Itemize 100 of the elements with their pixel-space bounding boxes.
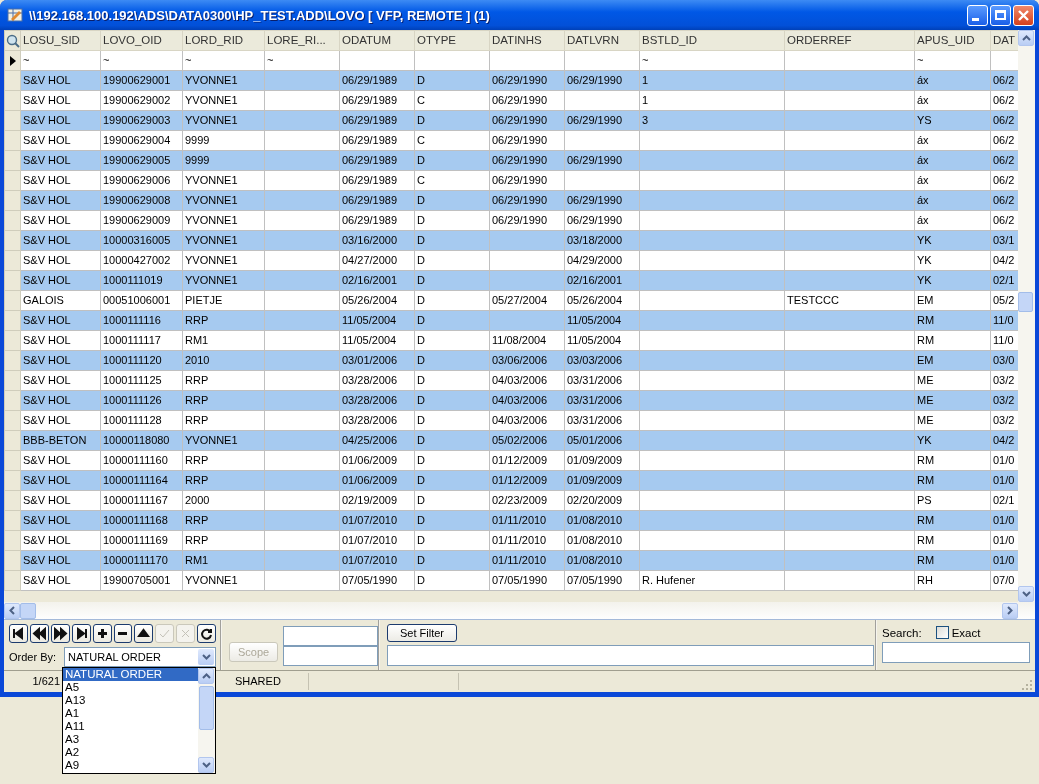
scroll-up-button[interactable]: [198, 668, 214, 684]
table-cell: 01/11/2010: [489, 530, 565, 551]
table-cell: 04/03/2006: [489, 410, 565, 431]
table-cell: 10000111169: [100, 530, 183, 551]
dropdown-option[interactable]: A5: [63, 681, 198, 694]
chevron-down-icon: [201, 654, 211, 660]
table-cell: S&V HOL: [20, 410, 101, 431]
table-cell: 19900629002: [100, 90, 183, 111]
table-cell: YK: [914, 250, 991, 271]
scroll-right-button[interactable]: [1002, 602, 1018, 619]
dropdown-option[interactable]: A1: [63, 707, 198, 720]
table-cell: 06/29/1990: [489, 130, 565, 151]
table-cell: 19900629004: [100, 130, 183, 151]
table-cell: PIETJE: [182, 290, 265, 311]
column-header[interactable]: BSTLD_ID: [639, 30, 785, 51]
previous-record-button[interactable]: [29, 624, 49, 643]
resize-grip-icon[interactable]: [1022, 680, 1032, 690]
table-cell: YVONNE1: [182, 570, 265, 591]
exact-checkbox[interactable]: Exact: [935, 626, 981, 639]
scope-from-field[interactable]: [283, 626, 379, 646]
add-record-button[interactable]: [92, 624, 112, 643]
table-cell: áx: [914, 170, 991, 191]
move-up-button[interactable]: [134, 624, 154, 643]
filter-field[interactable]: [387, 645, 874, 666]
refresh-button[interactable]: [197, 624, 217, 643]
table-cell: RM1: [182, 330, 265, 351]
column-header[interactable]: DAT: [990, 30, 1018, 51]
close-button[interactable]: [1013, 4, 1034, 26]
table-cell: S&V HOL: [20, 450, 101, 471]
scroll-up-button[interactable]: [1018, 30, 1034, 46]
filter-cell[interactable]: ~: [100, 50, 183, 71]
column-header[interactable]: LORD_RID: [182, 30, 265, 51]
scrollbar-thumb[interactable]: [20, 602, 36, 619]
column-header[interactable]: OTYPE: [414, 30, 490, 51]
table-cell: 1000111128: [100, 410, 183, 431]
column-header[interactable]: APUS_UID: [914, 30, 991, 51]
table-cell: S&V HOL: [20, 490, 101, 511]
maximize-button[interactable]: [990, 4, 1011, 26]
table-cell: S&V HOL: [20, 250, 101, 271]
table-cell: RRP: [182, 370, 265, 391]
window-title: \\192.168.100.192\ADS\DATA0300\HP_TEST.ADD\LOVO [ VFP, REMOTE ] (1): [29, 7, 491, 23]
minimize-button[interactable]: [967, 4, 988, 26]
horizontal-scrollbar[interactable]: [4, 602, 1035, 620]
scrollbar-thumb[interactable]: [1018, 292, 1033, 312]
filter-cell[interactable]: ~: [182, 50, 265, 71]
table-cell: S&V HOL: [20, 370, 101, 391]
search-icon[interactable]: [5, 33, 20, 48]
table-cell: 03/28/2006: [339, 370, 415, 391]
scroll-down-button[interactable]: [1018, 586, 1034, 602]
table-cell: RH: [914, 570, 991, 591]
dropdown-option[interactable]: NATURAL ORDER: [63, 668, 198, 681]
scroll-down-button[interactable]: [198, 757, 214, 773]
filter-cell[interactable]: ~: [914, 50, 991, 71]
dropdown-option[interactable]: A9: [63, 759, 198, 772]
delete-record-button[interactable]: [113, 624, 133, 643]
column-header[interactable]: LORE_RI...: [264, 30, 340, 51]
order-by-dropdown[interactable]: NATURAL ORDER: [64, 647, 216, 667]
dropdown-option[interactable]: A11: [63, 720, 198, 733]
table-cell: 10000427002: [100, 250, 183, 271]
filter-cell[interactable]: ~: [264, 50, 340, 71]
table-cell: 06/29/1989: [339, 170, 415, 191]
table-cell: RM: [914, 450, 991, 471]
list-scrollbar[interactable]: [198, 668, 215, 773]
table-cell: 02/19/2009: [339, 490, 415, 511]
table-cell: 11/05/2004: [339, 330, 415, 351]
filter-cell[interactable]: ~: [20, 50, 101, 71]
table-cell: 07/05/1990: [339, 570, 415, 591]
last-record-button[interactable]: [71, 624, 91, 643]
table-cell: RRP: [182, 530, 265, 551]
table-cell: R. Hufener: [639, 570, 785, 591]
next-record-button[interactable]: [50, 624, 70, 643]
table-cell: EM: [914, 290, 991, 311]
column-header[interactable]: DATLVRN: [564, 30, 640, 51]
scope-to-field[interactable]: [283, 646, 379, 666]
table-cell: 06/29/1989: [339, 90, 415, 111]
set-filter-button[interactable]: Set Filter: [387, 624, 457, 642]
dropdown-option[interactable]: A2: [63, 746, 198, 759]
table-cell: 05/26/2004: [564, 290, 640, 311]
column-header[interactable]: LOVO_OID: [100, 30, 183, 51]
checkbox-square[interactable]: [935, 626, 949, 639]
table-cell: 06/29/1989: [339, 130, 415, 151]
first-record-button[interactable]: [9, 624, 28, 643]
column-header[interactable]: ODATUM: [339, 30, 415, 51]
column-header[interactable]: DATINHS: [489, 30, 565, 51]
dropdown-option[interactable]: A3: [63, 733, 198, 746]
scrollbar-thumb[interactable]: [199, 686, 214, 730]
table-cell: YVONNE1: [182, 170, 265, 191]
vertical-scrollbar[interactable]: [1018, 30, 1035, 602]
table-cell: áx: [914, 90, 991, 111]
filter-cell[interactable]: ~: [639, 50, 785, 71]
table-cell: S&V HOL: [20, 330, 101, 351]
table-cell: 03/31/2006: [564, 410, 640, 431]
dropdown-option[interactable]: A13: [63, 694, 198, 707]
table-cell: D: [414, 370, 490, 391]
scroll-left-button[interactable]: [4, 602, 20, 619]
search-field[interactable]: [882, 642, 1030, 663]
column-header[interactable]: LOSU_SID: [20, 30, 101, 51]
column-header[interactable]: ORDERREF: [784, 30, 915, 51]
chevron-down-icon: [1021, 591, 1031, 597]
table-cell: D: [414, 570, 490, 591]
